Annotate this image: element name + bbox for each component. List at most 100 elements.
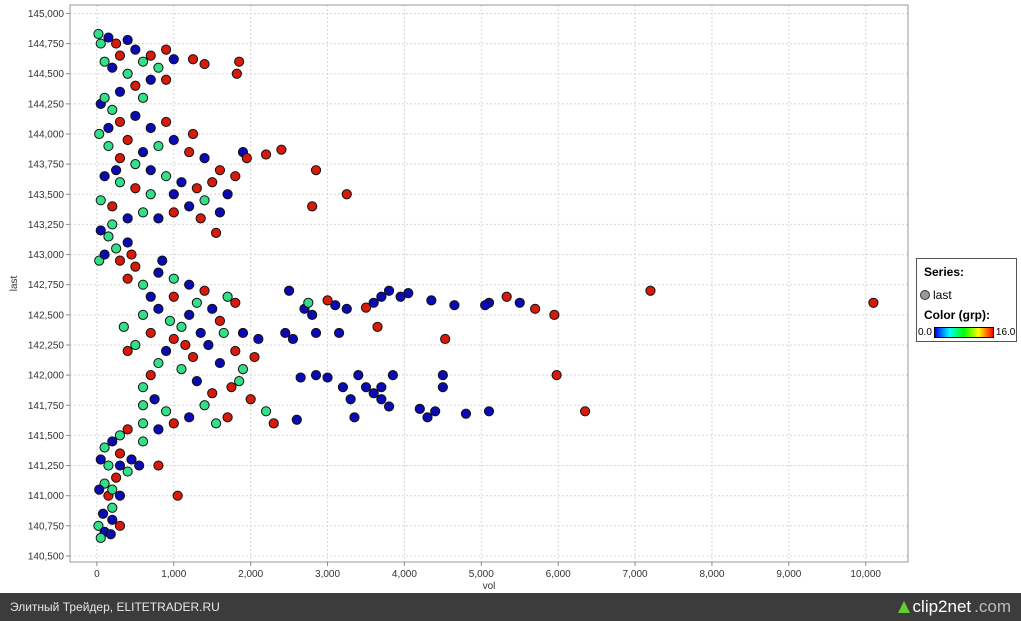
data-point xyxy=(168,189,179,200)
data-point xyxy=(195,327,206,339)
data-point xyxy=(230,297,241,308)
x-tick-label: 10,000 xyxy=(850,569,881,580)
data-point xyxy=(95,454,106,465)
data-point xyxy=(310,327,322,339)
y-tick-label: 144,500 xyxy=(28,69,65,80)
data-point xyxy=(580,406,591,417)
data-point xyxy=(345,394,356,405)
data-point xyxy=(111,472,122,483)
data-point xyxy=(349,412,360,423)
data-point xyxy=(199,285,210,296)
data-point xyxy=(99,442,110,453)
data-point xyxy=(260,149,272,160)
data-point xyxy=(161,406,172,417)
data-point xyxy=(107,436,118,447)
data-point xyxy=(153,140,164,152)
y-tick-label: 145,000 xyxy=(28,9,65,20)
data-point xyxy=(372,321,383,333)
data-point xyxy=(214,207,226,218)
y-tick-label: 140,750 xyxy=(28,521,65,532)
x-tick-label: 5,000 xyxy=(469,569,494,580)
data-point xyxy=(105,529,116,540)
data-point xyxy=(284,285,295,296)
data-point xyxy=(107,219,118,230)
x-tick-label: 0 xyxy=(94,569,100,580)
y-tick-label: 140,500 xyxy=(28,551,65,562)
y-tick-label: 141,750 xyxy=(28,401,65,412)
data-point xyxy=(153,62,164,73)
data-point xyxy=(210,418,222,429)
data-point xyxy=(383,285,395,296)
data-point xyxy=(122,213,133,224)
data-point xyxy=(137,418,149,429)
upload-arrow-icon xyxy=(897,601,910,613)
data-point xyxy=(161,116,172,128)
data-point xyxy=(207,388,218,399)
data-point xyxy=(191,376,202,387)
data-point xyxy=(530,303,541,314)
x-tick-label: 2,000 xyxy=(238,569,263,580)
color-gradient-bar xyxy=(933,327,994,338)
data-point xyxy=(126,454,137,465)
y-tick-label: 144,250 xyxy=(28,99,65,110)
data-point xyxy=(157,255,168,266)
data-point xyxy=(168,207,179,218)
data-point xyxy=(130,80,141,91)
data-point xyxy=(191,183,202,194)
data-point xyxy=(114,460,126,471)
data-point xyxy=(93,28,104,40)
data-point xyxy=(153,267,164,278)
data-point xyxy=(245,394,256,405)
data-point xyxy=(114,116,126,128)
data-point xyxy=(260,406,272,417)
plot-area-border xyxy=(69,4,909,563)
data-point xyxy=(222,291,233,302)
data-point xyxy=(111,38,122,49)
y-tick-label: 143,750 xyxy=(28,160,65,171)
scatter-chart: 140,500 140,750 141,000 141,250 141,500 141,7… xyxy=(9,4,909,592)
y-tick-label: 141,500 xyxy=(28,431,65,442)
data-point xyxy=(111,243,122,254)
data-point xyxy=(114,490,126,501)
y-tick-label: 144,750 xyxy=(28,39,65,50)
data-point xyxy=(122,34,133,46)
data-point xyxy=(422,412,433,423)
data-point xyxy=(97,508,109,519)
data-point xyxy=(645,285,656,296)
y-tick-label: 141,000 xyxy=(28,491,65,502)
data-point xyxy=(214,357,226,369)
data-point xyxy=(114,153,126,164)
data-point xyxy=(501,291,512,302)
data-point xyxy=(230,345,241,357)
x-tick-label: 6,000 xyxy=(546,569,571,580)
data-point xyxy=(161,345,172,357)
data-point xyxy=(414,403,425,414)
data-point xyxy=(226,382,237,393)
data-point xyxy=(114,255,126,266)
data-point xyxy=(337,382,349,393)
data-point xyxy=(137,436,149,447)
data-point xyxy=(241,153,252,164)
x-axis-label: vol xyxy=(483,581,496,592)
legend-item-label: last xyxy=(933,288,952,302)
data-point xyxy=(426,295,437,306)
data-point xyxy=(103,122,114,134)
y-axis-label: last xyxy=(9,275,20,291)
data-point xyxy=(291,414,302,425)
data-point xyxy=(168,134,179,146)
x-tick-label: 4,000 xyxy=(392,569,417,580)
data-point xyxy=(94,484,105,495)
data-point xyxy=(168,418,179,429)
data-point xyxy=(107,104,118,115)
data-point xyxy=(184,412,195,423)
data-point xyxy=(145,291,156,302)
data-point xyxy=(130,44,141,55)
data-point xyxy=(114,520,126,531)
data-point xyxy=(253,333,264,345)
data-point xyxy=(187,54,199,65)
data-point xyxy=(145,370,156,381)
data-point xyxy=(437,370,448,381)
data-point xyxy=(437,382,448,393)
y-tick-label: 142,000 xyxy=(28,371,65,382)
data-point xyxy=(99,249,110,260)
